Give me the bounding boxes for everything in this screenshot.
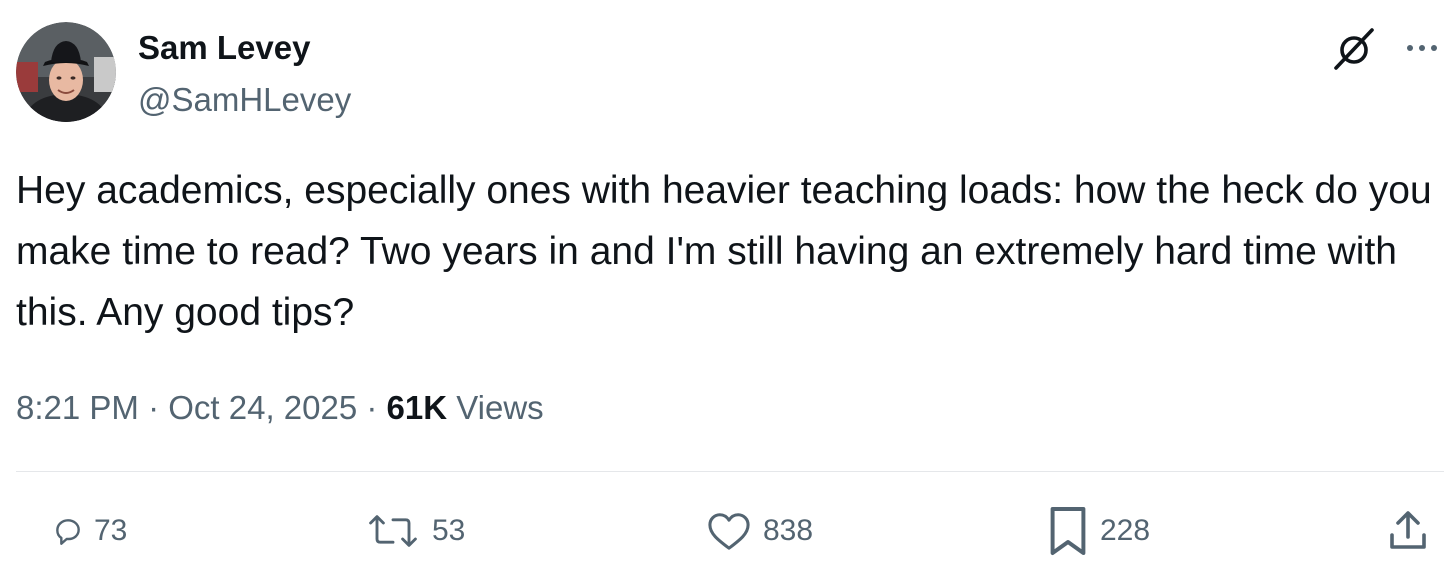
reply-count: 73 [94, 514, 128, 547]
author-handle[interactable]: @SamHLevey [138, 80, 351, 120]
tweet-meta: 8:21 PM · Oct 24, 2025 · 61K Views [16, 386, 544, 430]
repost-button[interactable]: 53 [364, 503, 465, 559]
reply-icon [56, 519, 80, 545]
bookmark-icon [1050, 507, 1086, 555]
more-icon[interactable] [1400, 30, 1444, 66]
heart-icon [708, 513, 750, 550]
bookmark-count: 228 [1100, 514, 1151, 547]
views-count[interactable]: 61K [387, 389, 448, 426]
avatar[interactable] [16, 22, 116, 122]
tweet-text: Hey academics, especially ones with heav… [16, 169, 1443, 334]
meta-separator: · [357, 389, 387, 426]
avatar-image [16, 22, 116, 122]
grok-icon[interactable] [1330, 24, 1380, 74]
repost-count: 53 [432, 514, 466, 547]
reply-button[interactable]: 73 [52, 503, 127, 559]
tweet-date[interactable]: Oct 24, 2025 [168, 389, 357, 426]
share-icon [1390, 511, 1426, 549]
divider [16, 471, 1444, 472]
like-count: 838 [763, 514, 814, 547]
meta-separator: · [138, 389, 169, 426]
share-button[interactable] [1384, 503, 1432, 559]
views-label: Views [447, 389, 544, 426]
repost-icon [369, 515, 417, 547]
bookmark-button[interactable]: 228 [1046, 503, 1150, 559]
tweet-time[interactable]: 8:21 PM [16, 389, 139, 426]
author-name[interactable]: Sam Levey [138, 28, 310, 68]
like-button[interactable]: 838 [705, 503, 813, 559]
